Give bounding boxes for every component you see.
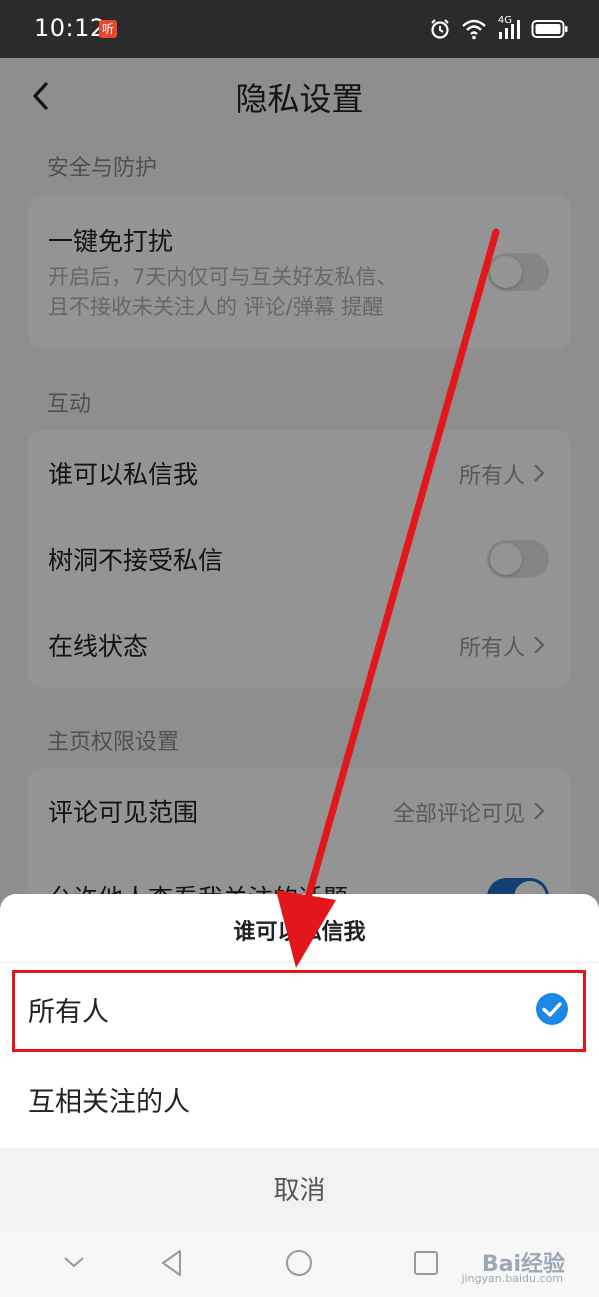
battery-icon [531, 20, 568, 38]
wifi-icon [462, 19, 486, 40]
signal-icon [499, 20, 520, 39]
privacy-settings-page: 隐私设置 安全与防护 一键免打扰 开启后，7天内仅可与互关好友私信、 且不接收未… [0, 58, 599, 1297]
status-icons [429, 14, 569, 44]
cancel-label: 取消 [273, 1176, 326, 1206]
sheet-title: 谁可以私信我 [233, 920, 366, 945]
nav-recents-icon[interactable] [412, 1249, 440, 1277]
annotation-highlight-box [12, 970, 586, 1052]
status-bar: 10:12 听 4G [0, 0, 599, 58]
sheet-divider [0, 962, 599, 963]
alarm-icon [431, 19, 449, 39]
nav-home-icon[interactable] [284, 1248, 314, 1278]
nav-back-icon[interactable] [158, 1248, 186, 1278]
watermark-url: jingyan.baidu.com [461, 1272, 563, 1285]
system-nav-bar: Bai经验 jingyan.baidu.com [0, 1232, 599, 1297]
chevron-down-icon[interactable] [62, 1254, 86, 1270]
option-label: 互相关注的人 [28, 1087, 190, 1118]
listen-badge: 听 [99, 20, 117, 38]
status-time: 10:12 [34, 14, 106, 42]
cancel-button[interactable]: 取消 [0, 1148, 599, 1232]
option-mutual-follow[interactable]: 互相关注的人 [0, 1058, 599, 1146]
